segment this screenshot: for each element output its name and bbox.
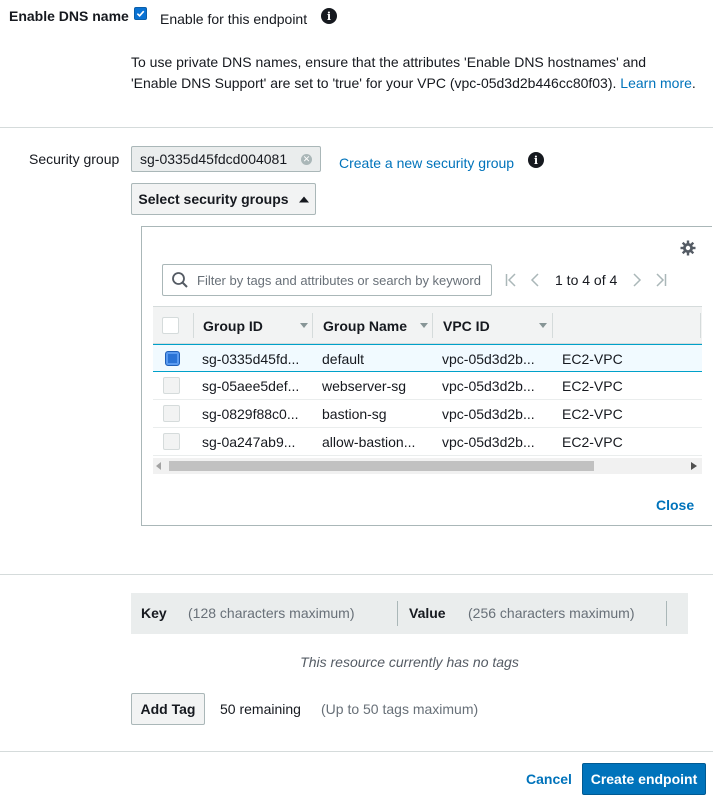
learn-more-link[interactable]: Learn more [620, 75, 692, 91]
search-placeholder: Filter by tags and attributes or search … [197, 272, 481, 288]
tags-header: Key (128 characters maximum) Value (256 … [131, 593, 688, 634]
gear-icon[interactable] [680, 240, 696, 259]
scroll-right-icon[interactable] [691, 462, 697, 470]
security-group-label: Security group [29, 151, 120, 167]
info-icon[interactable]: i [528, 152, 544, 168]
cell-group-id: sg-05aee5def... [202, 377, 300, 394]
cell-type: EC2-VPC [562, 350, 623, 367]
prev-page-icon[interactable] [530, 273, 540, 290]
cell-group-name: bastion-sg [322, 405, 387, 422]
cell-group-name: webserver-sg [322, 377, 407, 394]
search-icon [172, 272, 188, 288]
cell-vpc-id: vpc-05d3d2b... [442, 405, 535, 422]
create-security-group-link[interactable]: Create a new security group [339, 155, 514, 171]
close-link[interactable]: Close [656, 497, 694, 513]
no-tags-text: This resource currently has no tags [300, 654, 519, 670]
table-row[interactable]: sg-0829f88c0... bastion-sg vpc-05d3d2b..… [153, 400, 702, 428]
tag-value-label: Value [409, 605, 446, 621]
column-group-id-label: Group ID [203, 317, 263, 334]
select-all-checkbox[interactable] [162, 317, 179, 334]
pagination-text: 1 to 4 of 4 [555, 272, 618, 288]
next-page-icon[interactable] [632, 273, 642, 290]
first-page-icon[interactable] [505, 273, 517, 290]
scrollbar-thumb[interactable] [169, 461, 594, 471]
dns-checkbox-label: Enable for this endpoint [160, 11, 308, 27]
cell-vpc-id: vpc-05d3d2b... [442, 350, 535, 367]
select-security-groups-button[interactable]: Select security groups [131, 183, 316, 215]
table-row[interactable]: sg-0335d45fd... default vpc-05d3d2b... E… [153, 344, 702, 372]
tag-key-label: Key [141, 605, 167, 621]
cell-type: EC2-VPC [562, 433, 623, 450]
tag-key-hint: (128 characters maximum) [188, 605, 355, 621]
tag-value-hint: (256 characters maximum) [468, 605, 635, 621]
tags-remaining: 50 remaining [220, 701, 301, 717]
divider [0, 127, 713, 128]
add-tag-button[interactable]: Add Tag [131, 693, 205, 725]
sort-caret-icon [420, 323, 428, 328]
table-row[interactable]: sg-05aee5def... webserver-sg vpc-05d3d2b… [153, 372, 702, 400]
security-group-token: sg-0335d45fdcd004081 ✕ [131, 146, 321, 172]
sort-caret-icon [300, 323, 308, 328]
column-group-id[interactable]: Group ID [203, 307, 308, 344]
create-endpoint-button[interactable]: Create endpoint [582, 763, 706, 795]
dns-note-text: To use private DNS names, ensure that th… [131, 54, 647, 91]
column-group-name-label: Group Name [323, 317, 408, 334]
dns-checkbox[interactable] [134, 7, 147, 20]
column-vpc-id-label: VPC ID [443, 317, 490, 334]
caret-up-icon [298, 196, 309, 202]
cell-type: EC2-VPC [562, 405, 623, 422]
row-checkbox[interactable] [163, 405, 180, 422]
remove-token-icon[interactable]: ✕ [301, 153, 312, 165]
sort-caret-icon [539, 323, 547, 328]
dns-note: To use private DNS names, ensure that th… [131, 54, 696, 91]
row-checkbox[interactable] [163, 377, 180, 394]
security-group-token-text: sg-0335d45fdcd004081 [140, 151, 288, 167]
cell-vpc-id: vpc-05d3d2b... [442, 377, 535, 394]
cell-group-name: allow-bastion... [322, 433, 416, 450]
column-divider [666, 601, 667, 626]
tags-limit-note: (Up to 50 tags maximum) [321, 701, 479, 717]
search-input[interactable]: Filter by tags and attributes or search … [162, 264, 492, 296]
select-security-groups-label: Select security groups [138, 191, 289, 207]
scroll-left-icon[interactable] [156, 462, 162, 470]
cell-type: EC2-VPC [562, 377, 623, 394]
cancel-button[interactable]: Cancel [526, 771, 572, 787]
cell-group-id: sg-0829f88c0... [202, 405, 299, 422]
cell-group-id: sg-0335d45fd... [202, 350, 300, 367]
table-row[interactable]: sg-0a247ab9... allow-bastion... vpc-05d3… [153, 428, 702, 456]
row-checkbox[interactable] [165, 351, 180, 366]
checkbox-checked-icon [134, 7, 147, 20]
cell-group-name: default [322, 350, 365, 367]
column-divider [397, 601, 398, 626]
cell-group-id: sg-0a247ab9... [202, 433, 296, 450]
info-icon[interactable]: i [321, 8, 337, 24]
last-page-icon[interactable] [655, 273, 667, 290]
column-group-name[interactable]: Group Name [323, 307, 428, 344]
horizontal-scrollbar[interactable] [153, 458, 702, 474]
divider [0, 751, 713, 752]
dns-label: Enable DNS name [9, 8, 129, 24]
column-vpc-id[interactable]: VPC ID [443, 307, 547, 344]
table-header: Group ID Group Name VPC ID [153, 306, 702, 344]
cell-vpc-id: vpc-05d3d2b... [442, 433, 535, 450]
divider [0, 574, 713, 575]
row-checkbox[interactable] [163, 433, 180, 450]
